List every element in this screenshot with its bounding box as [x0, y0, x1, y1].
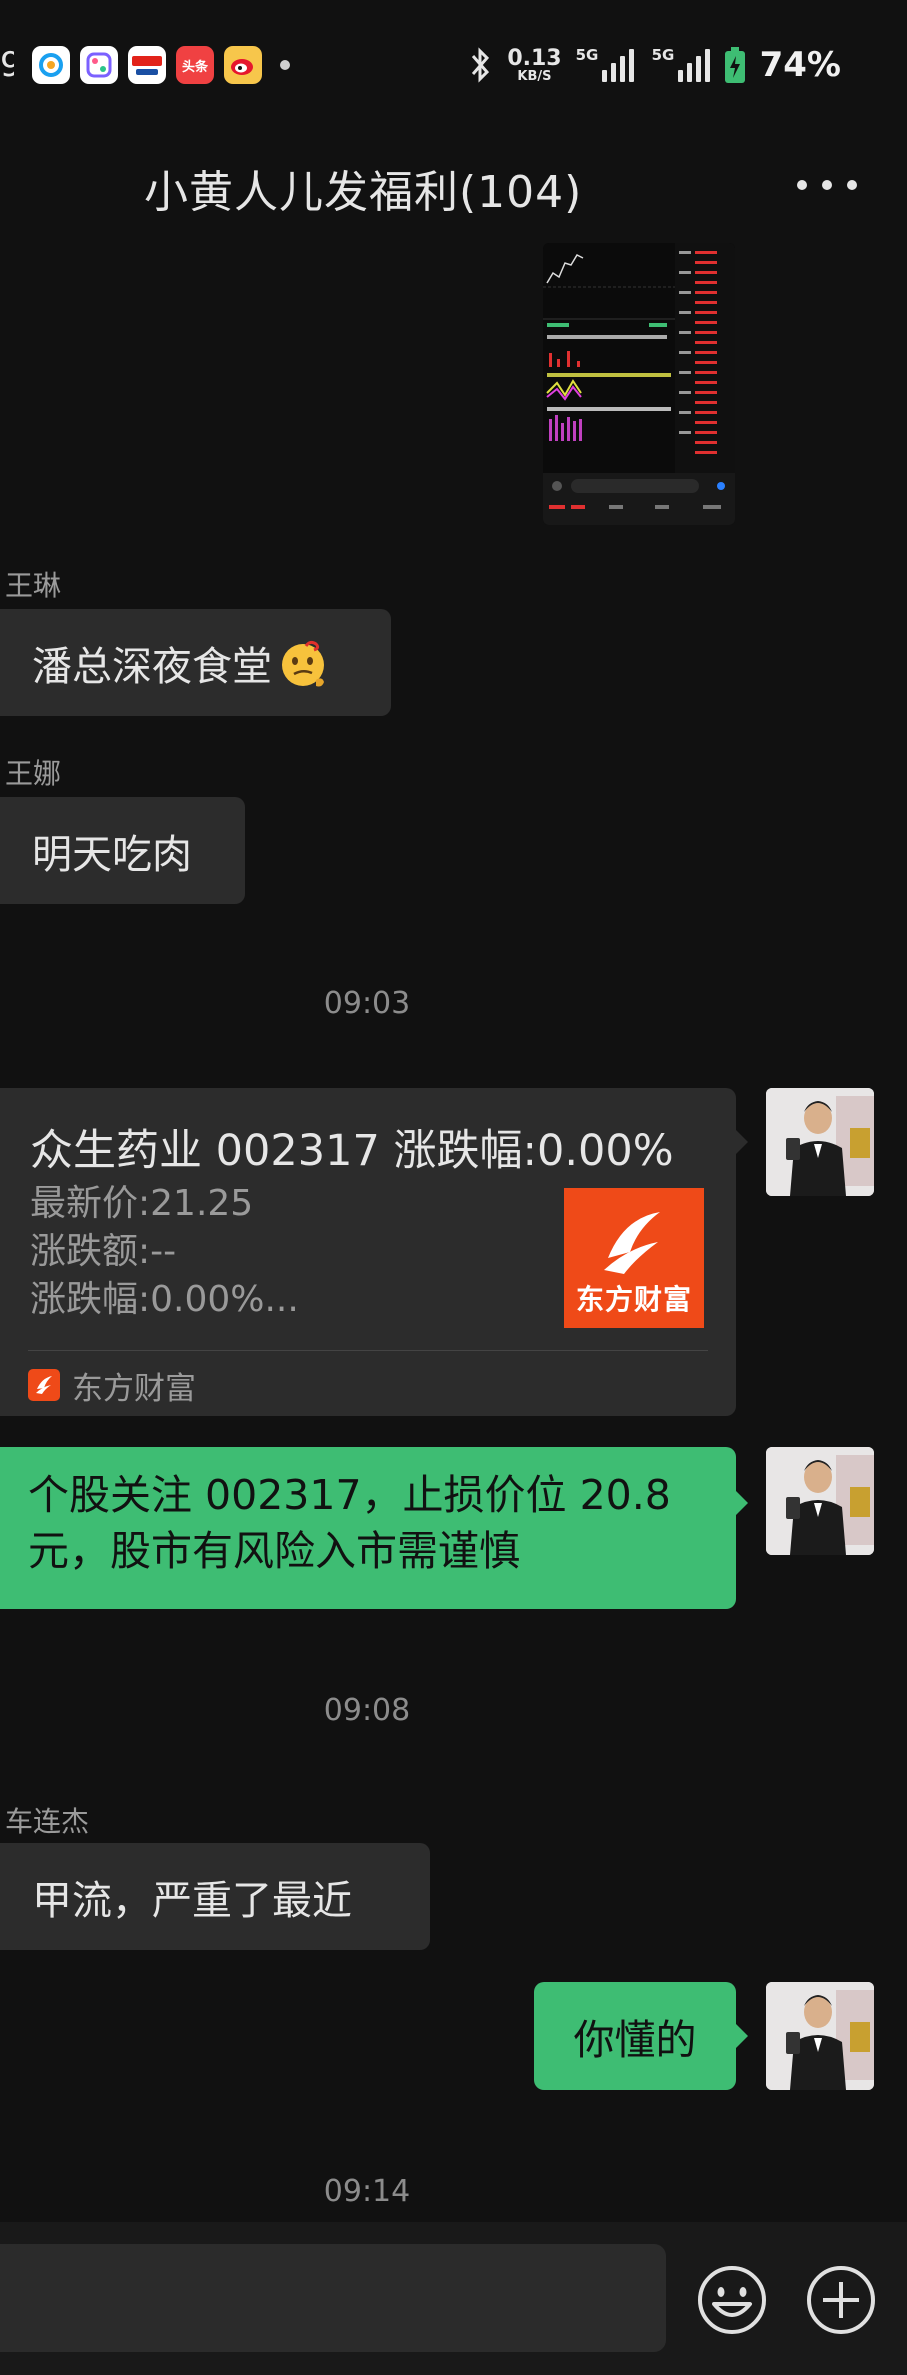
message-bubble[interactable]: 潘总深夜食堂	[0, 609, 391, 716]
avatar[interactable]	[766, 1447, 874, 1555]
status-time: 9	[0, 45, 14, 85]
status-left: 9 头条	[0, 40, 290, 90]
net-speed: 0.13 KB/S	[507, 45, 562, 84]
bubble-tail	[734, 2022, 748, 2050]
message-bubble-outgoing[interactable]: 个股关注 002317，止损价位 20.8 元，股市有风险入市需谨慎	[0, 1447, 736, 1609]
card-divider	[28, 1350, 708, 1351]
card-line-change: 涨跌额:--	[30, 1231, 177, 1272]
avatar[interactable]	[766, 1982, 874, 2090]
signal-5g-2-icon: 5G	[648, 46, 710, 82]
card-source: 东方财富	[28, 1364, 196, 1407]
avatar[interactable]	[766, 1088, 874, 1196]
message-text: 明天吃肉	[32, 831, 192, 878]
timestamp: 09:14	[323, 2174, 411, 2209]
timestamp: 09:03	[323, 986, 411, 1021]
emoji-button[interactable]	[696, 2264, 768, 2336]
more-dot-icon	[847, 180, 857, 190]
net-speed-unit: KB/S	[517, 68, 552, 84]
signal-2-label: 5G	[651, 46, 675, 64]
eastmoney-source-icon	[28, 1369, 60, 1401]
bubble-tail	[734, 1489, 748, 1517]
message-text: 甲流，严重了最近	[32, 1877, 352, 1924]
card-thumbnail-text: 东方财富	[575, 1283, 692, 1316]
message-text: 潘总深夜食堂	[32, 643, 272, 690]
message-text: 你懂的	[573, 2016, 697, 2064]
chat-header: 小黄人儿发福利(104)	[0, 140, 907, 230]
plus-icon	[807, 2266, 875, 2334]
card-line-percent: 涨跌幅:0.00%...	[30, 1279, 299, 1320]
signal-5g-1-icon: 5G	[575, 46, 634, 82]
message-text-line: 元，股市有风险入市需谨慎	[28, 1527, 520, 1575]
jd-app-icon	[128, 46, 166, 84]
battery-percent: 74%	[759, 45, 841, 85]
more-dot-icon	[822, 180, 832, 190]
message-bubble[interactable]: 明天吃肉	[0, 797, 245, 904]
input-bar	[0, 2222, 907, 2375]
toutiao-app-icon: 头条	[176, 46, 214, 84]
bluetooth-icon	[472, 47, 490, 83]
card-source-name: 东方财富	[72, 1370, 196, 1407]
card-description: 最新价:21.25 涨跌额:-- 涨跌幅:0.00%...	[30, 1180, 299, 1324]
toutiao-label: 头条	[181, 59, 208, 75]
message-bubble-outgoing[interactable]: 你懂的	[534, 1982, 736, 2090]
sender-name: 王琳	[5, 569, 62, 602]
card-title: 众生药业 002317 涨跌幅:0.00%	[30, 1126, 674, 1176]
status-right: 0.13 KB/S 5G 5G 74%	[469, 40, 841, 90]
net-speed-value: 0.13	[507, 45, 562, 71]
card-tail	[734, 1128, 748, 1156]
message-bubble[interactable]: 甲流，严重了最近	[0, 1843, 430, 1950]
sender-name: 王娜	[5, 757, 62, 790]
weibo-app-icon	[224, 46, 262, 84]
eastmoney-logo-icon	[604, 1212, 660, 1274]
battery-charging-icon	[724, 47, 745, 83]
message-text-line: 个股关注 002317，止损价位 20.8	[28, 1471, 671, 1519]
card-line-price: 最新价:21.25	[30, 1183, 254, 1224]
notification-dot	[280, 60, 290, 70]
more-actions-button[interactable]	[805, 2264, 877, 2336]
shared-screenshot-image[interactable]	[543, 243, 735, 525]
smiley-icon	[698, 2266, 766, 2334]
sender-name: 车连杰	[5, 1805, 90, 1838]
stock-link-card[interactable]: 众生药业 002317 涨跌幅:0.00% 最新价:21.25 涨跌额:-- 涨…	[0, 1088, 736, 1416]
timestamp: 09:08	[323, 1693, 411, 1728]
thinking-face-emoji-icon	[282, 640, 324, 686]
status-bar: 9 头条 0.13 KB/S 5G 5G 74%	[0, 0, 907, 128]
signal-1-label: 5G	[575, 46, 599, 64]
message-input[interactable]	[0, 2244, 666, 2352]
messenger-app-icon	[32, 46, 70, 84]
eastmoney-logo-thumbnail: 东方财富	[564, 1188, 704, 1328]
more-options-button[interactable]	[797, 170, 857, 200]
more-dot-icon	[797, 180, 807, 190]
chat-title: 小黄人儿发福利(104)	[144, 167, 583, 218]
gallery-app-icon	[80, 46, 118, 84]
